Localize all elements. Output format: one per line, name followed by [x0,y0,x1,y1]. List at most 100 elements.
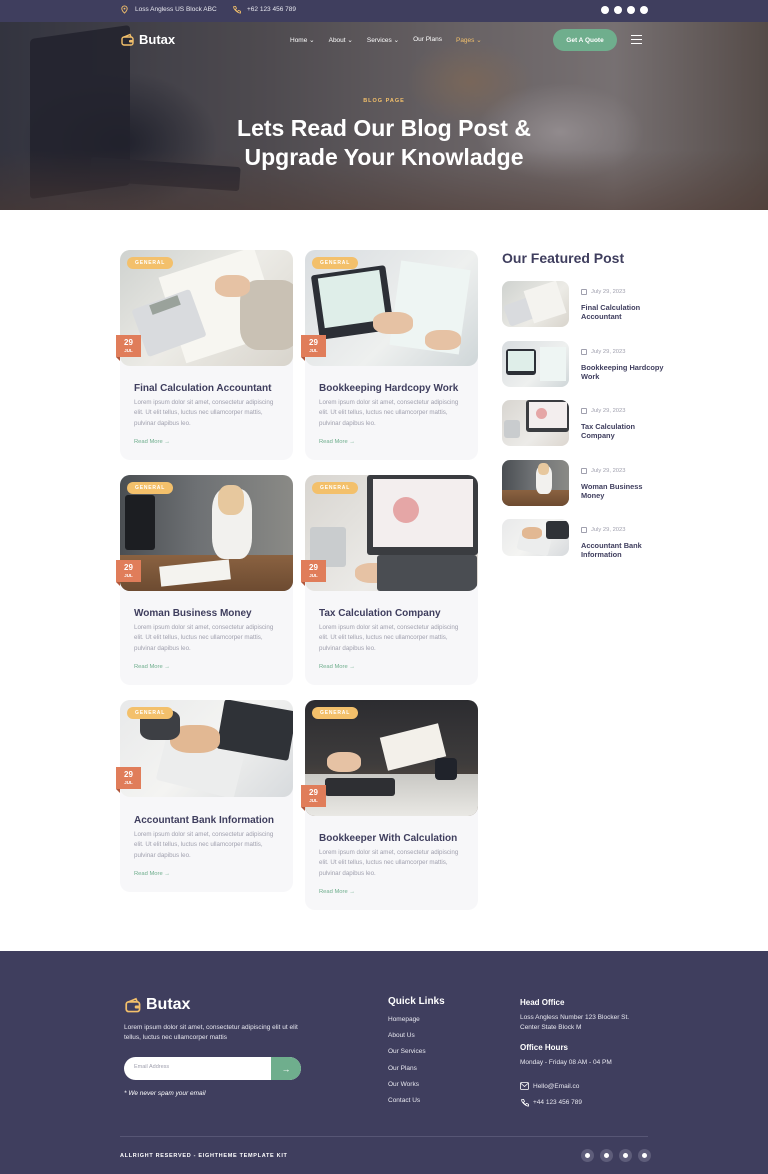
featured-post-item[interactable]: July 29, 2023 Final Calculation Accounta… [502,281,662,327]
wallet-logo-icon [125,997,141,1012]
newsletter-submit-button[interactable]: → [271,1057,301,1080]
header-logo[interactable]: Butax [121,32,175,47]
featured-date: July 29, 2023 [581,349,625,355]
blog-card[interactable]: GENERAL 29 JUL Final Calculation Account… [116,250,293,460]
nav-item-about[interactable]: About ⌄ [329,36,353,44]
phone-icon [521,1098,529,1107]
post-title[interactable]: Final Calculation Accountant [134,383,271,394]
category-badge[interactable]: GENERAL [312,482,359,494]
featured-post-title[interactable]: Bookkeeping Hardcopy Work [581,363,665,381]
nav-item-home[interactable]: Home ⌄ [290,36,315,44]
get-a-quote-button[interactable]: Get A Quote [553,29,617,51]
hero-title: Lets Read Our Blog Post & Upgrade Your K… [0,114,768,172]
facebook-icon[interactable] [581,1149,594,1162]
read-more-link[interactable]: Read More → [319,664,355,670]
read-more-link[interactable]: Read More → [134,871,170,877]
date-month: JUL [124,348,133,353]
chevron-down-icon: ⌄ [347,37,353,44]
post-title[interactable]: Bookkeeping Hardcopy Work [319,383,458,394]
youtube-icon[interactable] [619,1149,632,1162]
date-day: 29 [124,770,133,779]
featured-date: July 29, 2023 [581,289,625,295]
office-hours-title: Office Hours [520,1043,569,1052]
featured-date: July 29, 2023 [581,527,625,533]
category-badge[interactable]: GENERAL [312,707,359,719]
mug-shape [435,758,457,780]
footer-email[interactable]: Hello@Email.co [520,1082,579,1090]
featured-thumbnail[interactable] [502,281,569,327]
blog-card[interactable]: GENERAL 29 JUL Woman Business Money Lore… [116,475,293,685]
facebook-icon[interactable] [601,6,609,14]
featured-post-title[interactable]: Woman Business Money [581,482,665,500]
featured-post-item[interactable]: July 29, 2023 Bookkeeping Hardcopy Work [502,341,665,387]
post-title[interactable]: Bookkeeper With Calculation [319,833,457,844]
read-more-link[interactable]: Read More → [319,439,355,445]
footer-link-our-works[interactable]: Our Works [388,1081,426,1097]
featured-post-item[interactable]: July 29, 2023 Tax Calculation Company [502,400,662,446]
pinterest-icon[interactable] [640,6,648,14]
category-badge[interactable]: GENERAL [127,707,174,719]
twitter-icon[interactable] [600,1149,613,1162]
footer-logo[interactable]: Butax [125,996,190,1014]
featured-date-text: July 29, 2023 [591,527,626,533]
featured-thumbnail[interactable] [502,341,569,387]
featured-post-title[interactable]: Accountant Bank Information [581,541,665,559]
read-more-link[interactable]: Read More → [134,664,170,670]
category-badge[interactable]: GENERAL [127,482,174,494]
blog-card[interactable]: GENERAL 29 JUL Accountant Bank Informati… [116,700,293,892]
featured-post-item[interactable]: July 29, 2023 Woman Business Money [502,460,662,506]
calendar-icon [581,349,587,355]
topbar-social [601,6,648,14]
head-office-title: Head Office [520,998,565,1007]
post-title[interactable]: Woman Business Money [134,608,252,619]
date-day: 29 [124,338,133,347]
twitter-icon[interactable] [614,6,622,14]
footer-link-about-us[interactable]: About Us [388,1032,426,1048]
featured-post-title[interactable]: Final Calculation Accountant [581,303,665,321]
date-badge: 29 JUL [301,785,326,811]
top-bar: Loss Angless US Block ABC +62 123 456 78… [0,0,768,22]
wallet-logo-icon [121,33,134,46]
read-more-link[interactable]: Read More → [134,439,170,445]
blog-card[interactable]: GENERAL 29 JUL Bookkeeping Hardcopy Work… [301,250,478,460]
blog-card[interactable]: GENERAL 29 JUL Bookkeeper With Calculati… [301,700,478,910]
blog-card[interactable]: GENERAL 29 JUL Tax Calculation Company L… [301,475,478,685]
nav-item-pages[interactable]: Pages ⌄ [456,36,482,44]
youtube-icon[interactable] [627,6,635,14]
footer-about-text: Lorem ipsum dolor sit amet, consectetur … [124,1024,298,1041]
read-more-link[interactable]: Read More → [319,889,355,895]
footer-link-homepage[interactable]: Homepage [388,1016,426,1032]
featured-posts-title: Our Featured Post [502,250,625,266]
date-month: JUL [124,780,133,785]
footer-link-our-plans[interactable]: Our Plans [388,1065,426,1081]
date-day: 29 [124,563,133,572]
nav-item-services[interactable]: Services ⌄ [367,36,399,44]
newsletter-email-field[interactable]: Email Address → [124,1057,301,1080]
featured-post-item[interactable]: July 29, 2023 Accountant Bank Informatio… [502,519,662,565]
hamburger-menu-icon[interactable] [631,35,642,44]
pinterest-icon[interactable] [638,1149,651,1162]
featured-post-title[interactable]: Tax Calculation Company [581,422,665,440]
calendar-icon [581,289,587,295]
date-day: 29 [309,563,318,572]
post-excerpt: Lorem ipsum dolor sit amet, consectetur … [134,624,274,652]
nav-label: Home [290,37,308,44]
footer-phone[interactable]: +44 123 456 789 [520,1098,582,1107]
featured-thumbnail[interactable] [502,519,569,556]
footer-link-our-services[interactable]: Our Services [388,1048,426,1064]
footer-link-contact-us[interactable]: Contact Us [388,1097,426,1113]
category-badge[interactable]: GENERAL [127,257,174,269]
nav-item-our-plans[interactable]: Our Plans [413,36,442,44]
category-badge[interactable]: GENERAL [312,257,359,269]
post-title[interactable]: Accountant Bank Information [134,815,274,826]
featured-thumbnail[interactable] [502,400,569,446]
chevron-down-icon: ⌄ [309,37,315,44]
featured-thumbnail[interactable] [502,460,569,506]
footer-divider [120,1136,648,1137]
featured-date-text: July 29, 2023 [591,349,626,355]
post-title[interactable]: Tax Calculation Company [319,608,441,619]
chevron-down-icon: ⌄ [476,37,482,44]
spam-note: * We never spam your email [124,1090,206,1097]
featured-date: July 29, 2023 [581,408,625,414]
hero-title-line-1: Lets Read Our Blog Post & [237,115,531,141]
